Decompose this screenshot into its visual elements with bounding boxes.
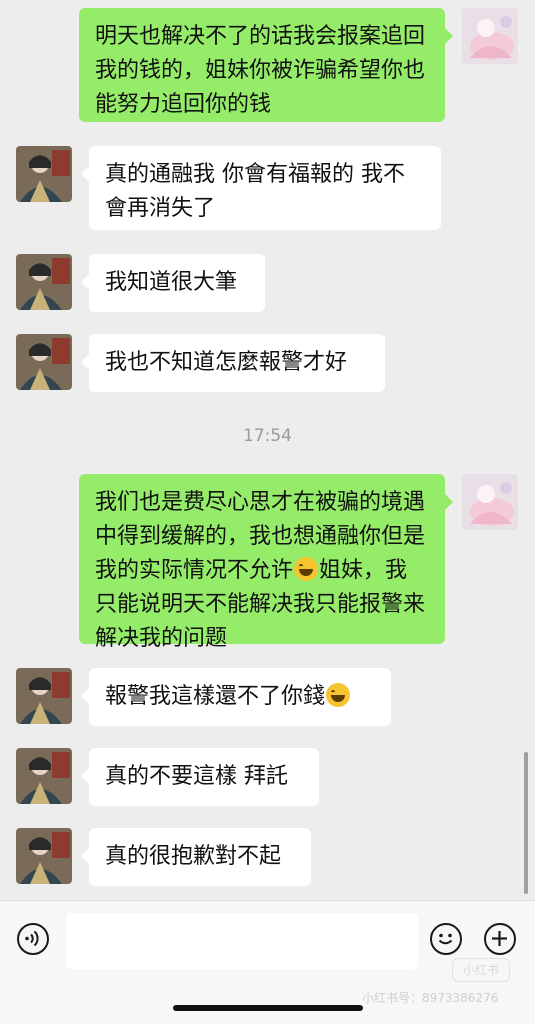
message-text: 我也不知道怎麼報警才好 (105, 350, 348, 375)
chat-area[interactable]: 明天也解决不了的话我会报案追回我的钱的，姐妹你被诈骗希望你也能努力追回你的钱 真… (0, 0, 535, 900)
message-bubble-contact[interactable]: 我也不知道怎麼報警才好 (81, 334, 385, 392)
message-text: 我知道很大筆 (105, 270, 238, 295)
message-bubble-contact[interactable]: 我知道很大筆 (81, 254, 265, 312)
contact-avatar[interactable] (16, 828, 72, 884)
contact-avatar[interactable] (16, 146, 72, 202)
self-avatar[interactable] (462, 474, 518, 530)
plus-icon[interactable] (484, 923, 516, 955)
message-text: 報警我這樣還不了你錢 (105, 684, 326, 709)
watermark-id: 小红书号：8973386276 (362, 991, 499, 1005)
message-text: 真的通融我 你會有福報的 我不會再消失了 (105, 162, 405, 221)
contact-avatar[interactable] (16, 254, 72, 310)
contact-avatar[interactable] (16, 748, 72, 804)
self-avatar[interactable] (462, 8, 518, 64)
message-bubble-contact[interactable]: 真的很抱歉對不起 (81, 828, 311, 886)
contact-avatar[interactable] (16, 334, 72, 390)
contact-avatar[interactable] (16, 668, 72, 724)
tears-of-joy-emoji-icon (294, 557, 319, 581)
message-text: 真的很抱歉對不起 (105, 844, 282, 869)
message-text: 真的不要這樣 拜託 (105, 764, 288, 789)
message-text: 明天也解决不了的话我会报案追回我的钱的，姐妹你被诈骗希望你也能努力追回你的钱 (95, 24, 426, 117)
voice-icon[interactable] (17, 923, 49, 955)
message-bubble-contact[interactable]: 報警我這樣還不了你錢 (81, 668, 391, 726)
timestamp: 17:54 (243, 426, 292, 446)
emoji-face-icon[interactable] (430, 923, 462, 955)
home-indicator[interactable] (173, 1005, 363, 1011)
message-input[interactable] (66, 913, 418, 969)
message-bubble-contact[interactable]: 真的通融我 你會有福報的 我不會再消失了 (81, 146, 441, 230)
tears-of-joy-emoji-icon (326, 683, 351, 707)
watermark-logo: 小红书 (452, 958, 510, 982)
message-bubble-self[interactable]: 我们也是费尽心思才在被骗的境遇中得到缓解的，我也想通融你但是我的实际情况不允许姐… (79, 474, 453, 651)
message-bubble-self[interactable]: 明天也解决不了的话我会报案追回我的钱的，姐妹你被诈骗希望你也能努力追回你的钱 (79, 8, 453, 122)
message-bubble-contact[interactable]: 真的不要這樣 拜託 (81, 748, 319, 806)
scrollbar[interactable] (524, 752, 528, 894)
